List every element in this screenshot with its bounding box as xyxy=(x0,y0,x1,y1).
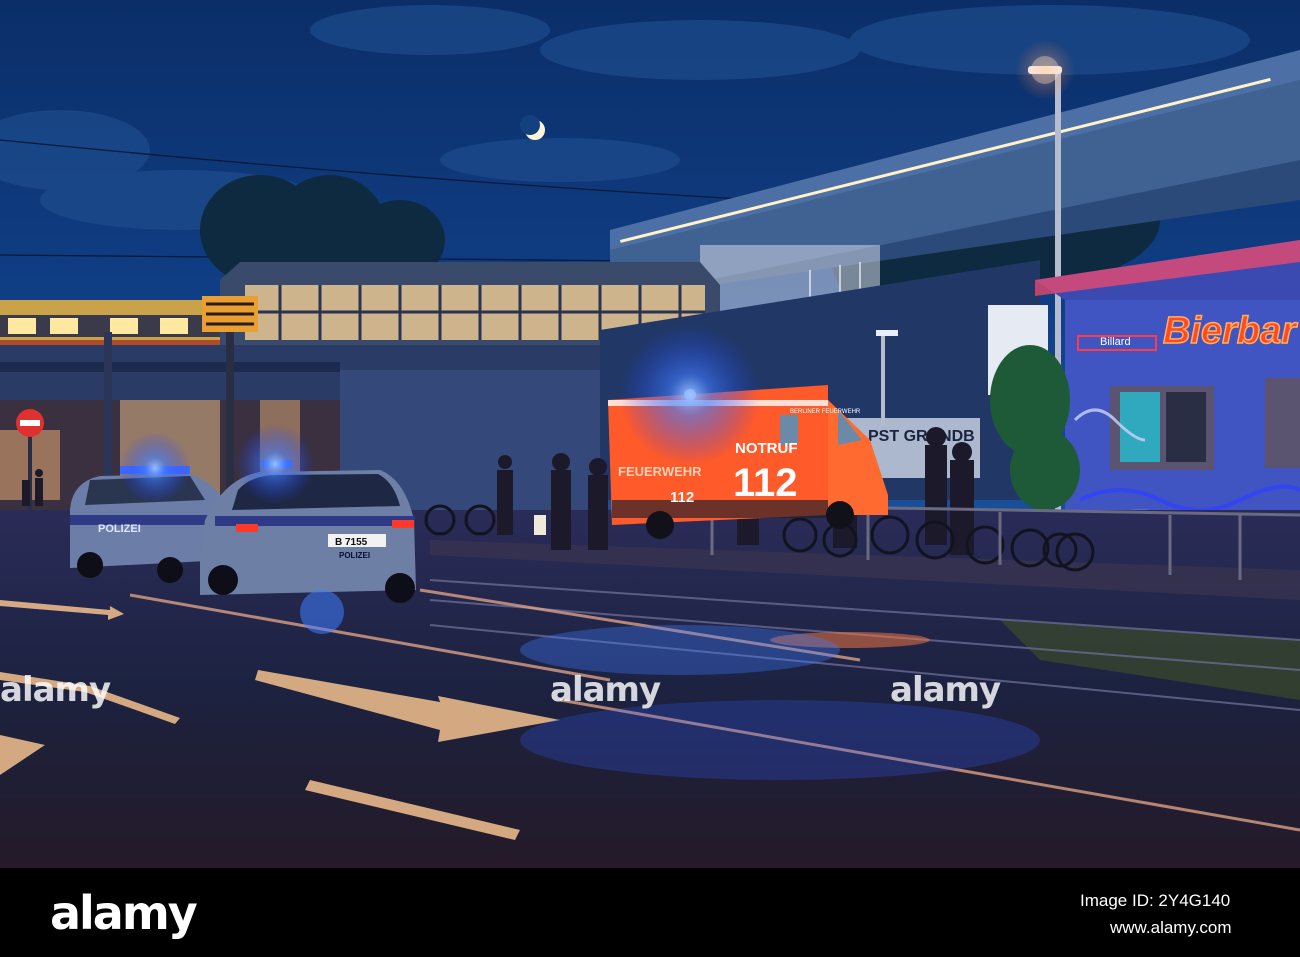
police-plate-text: B 7155 xyxy=(335,537,368,548)
police-rear-text: POLIZEI xyxy=(339,551,370,560)
lamp-glow xyxy=(1015,40,1075,100)
s-bahn-train xyxy=(0,300,230,350)
ambulance-small-112-text: 112 xyxy=(670,489,694,506)
bierbar-neon-sign: Bierbar xyxy=(1163,310,1298,352)
watermark: alamy xyxy=(550,670,661,710)
site-url: www.alamy.com xyxy=(1110,918,1232,937)
police-door-text: POLIZEI xyxy=(98,523,141,535)
alamy-logo: alamy xyxy=(50,886,198,940)
night-street-scene: PST GRONDB Bierbar Billard NOTRUF 112 FE… xyxy=(0,0,1300,868)
police-right-light xyxy=(235,424,315,504)
wall-sign-text: PST GRONDB xyxy=(868,428,975,445)
lens-flare xyxy=(300,590,344,634)
ambulance-notruf-text: NOTRUF xyxy=(735,440,798,457)
image-id-label: Image ID: 2Y4G140 xyxy=(1080,891,1231,910)
photo-canvas: PST GRONDB Bierbar Billard NOTRUF 112 FE… xyxy=(0,0,1300,957)
ambulance-roof-text: BERLINER FEUERWEHR xyxy=(790,409,861,415)
ambulance-feuerwehr-text: FEUERWEHR xyxy=(618,464,702,479)
ambulance-blue-light xyxy=(620,325,760,465)
billard-sign: Billard xyxy=(1100,336,1131,348)
police-left-light xyxy=(119,432,191,504)
ambulance-112-text: 112 xyxy=(733,461,798,505)
stock-footer-bar: alamy xyxy=(0,868,1300,957)
watermark: alamy xyxy=(890,670,1001,710)
watermark: alamy xyxy=(0,670,111,710)
shopping-bag xyxy=(534,515,546,535)
